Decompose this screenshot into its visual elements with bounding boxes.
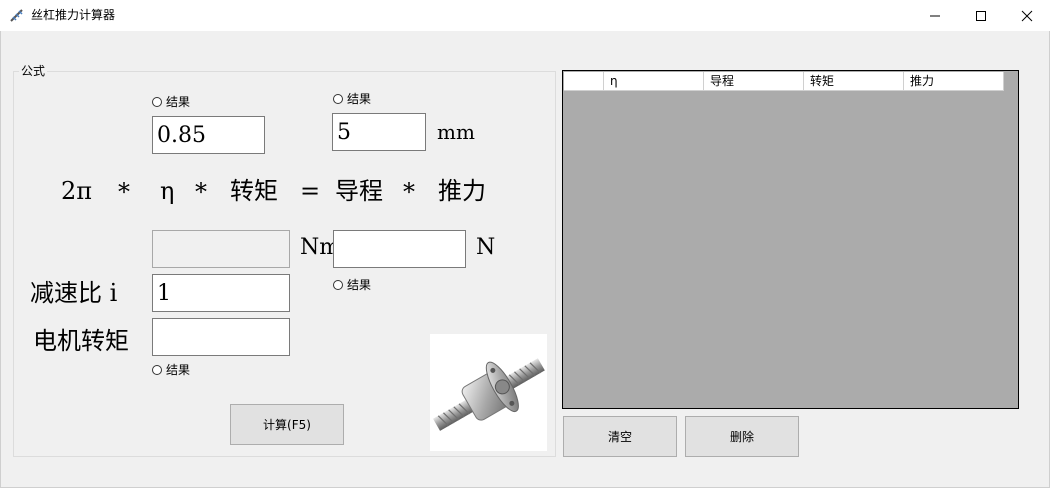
thrust-input[interactable]	[333, 230, 466, 268]
ratio-input[interactable]	[152, 274, 290, 312]
window-title: 丝杠推力计算器	[31, 8, 116, 22]
motor-torque-input[interactable]	[152, 318, 290, 356]
motor-torque-label: 电机转矩	[33, 327, 129, 355]
torque-input	[152, 230, 290, 268]
equation-eta: η	[160, 177, 175, 205]
title-bar: 丝杠推力计算器	[0, 0, 1050, 31]
lead-unit: mm	[437, 120, 475, 144]
table-header-row: η 导程 转矩 推力	[564, 72, 1004, 91]
screw-app-icon	[9, 7, 25, 23]
column-header-lead[interactable]: 导程	[704, 72, 804, 91]
motor-torque-radio-label: 结果	[166, 363, 191, 377]
minimize-icon	[930, 15, 940, 17]
maximize-icon	[976, 11, 986, 21]
close-icon	[1021, 10, 1033, 22]
radio-circle-icon	[152, 97, 162, 107]
delete-button[interactable]: 删除	[685, 416, 799, 457]
efficiency-result-radio[interactable]: 结果	[152, 95, 190, 109]
thrust-unit: N	[476, 235, 496, 260]
equation-torque: 转矩	[230, 177, 278, 205]
column-header-index[interactable]	[564, 72, 604, 91]
radio-circle-icon	[333, 280, 343, 290]
efficiency-input[interactable]	[152, 116, 265, 154]
thrust-result-radio[interactable]: 结果	[333, 278, 371, 292]
equation-multiply-1: *	[118, 178, 130, 206]
equation-multiply-3: *	[403, 178, 415, 206]
calculate-button[interactable]: 计算(F5)	[230, 404, 344, 445]
lead-result-radio[interactable]: 结果	[333, 92, 371, 106]
equation-equals: =	[300, 177, 321, 205]
results-table[interactable]: η 导程 转矩 推力	[562, 70, 1019, 409]
formula-group-label: 公式	[19, 64, 48, 78]
efficiency-radio-label: 结果	[166, 95, 191, 109]
column-header-torque[interactable]: 转矩	[804, 72, 904, 91]
lead-radio-label: 结果	[347, 92, 372, 106]
maximize-button[interactable]	[958, 0, 1004, 31]
thrust-radio-label: 结果	[347, 278, 372, 292]
ball-screw-image	[430, 334, 547, 451]
column-header-thrust[interactable]: 推力	[904, 72, 1004, 91]
column-header-eta[interactable]: η	[604, 72, 704, 91]
ratio-label: 减速比 i	[30, 279, 118, 307]
equation-two-pi: 2π	[61, 177, 93, 205]
close-button[interactable]	[1004, 0, 1050, 31]
equation-thrust: 推力	[438, 177, 486, 205]
equation-lead: 导程	[335, 177, 383, 205]
minimize-button[interactable]	[912, 0, 958, 31]
lead-input[interactable]	[332, 113, 426, 151]
radio-circle-icon	[152, 365, 162, 375]
clear-button[interactable]: 清空	[563, 416, 677, 457]
equation-multiply-2: *	[195, 178, 207, 206]
radio-circle-icon	[333, 94, 343, 104]
motor-torque-result-radio[interactable]: 结果	[152, 363, 190, 377]
